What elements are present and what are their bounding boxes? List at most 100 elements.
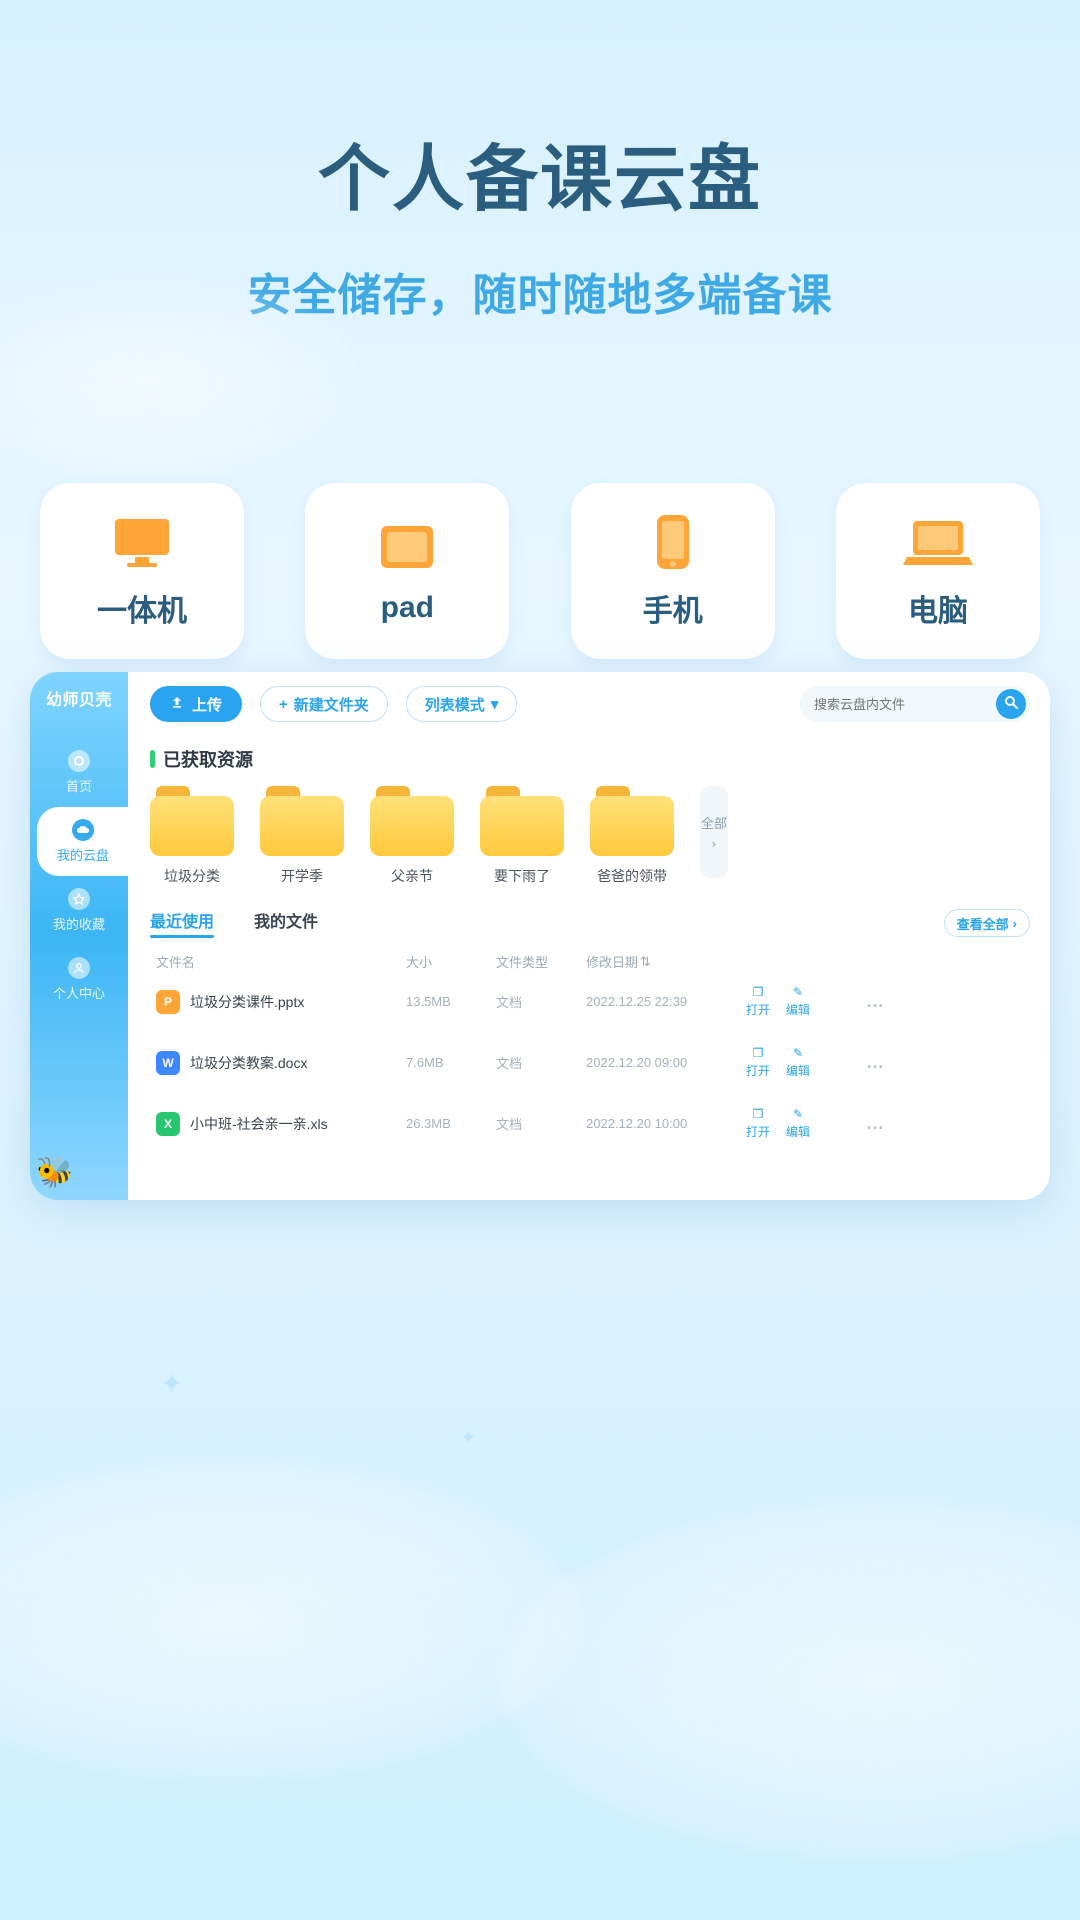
edit-icon: ✎ [793,1046,803,1060]
edit-icon: ✎ [793,985,803,999]
open-button[interactable]: ❒打开 [746,985,770,1018]
cube-icon: ❒ [753,985,764,999]
sort-icon: ⇅ [640,954,651,970]
brand-logo: 幼师贝壳 [46,686,112,710]
edit-button[interactable]: ✎编辑 [786,1107,810,1140]
cube-icon: ❒ [753,1046,764,1060]
table-row[interactable]: X小中班-社会亲一亲.xls26.3MB文档2022.12.20 10:00❒打… [150,1093,1030,1154]
laptop-icon [903,512,973,572]
file-name: P垃圾分类课件.pptx [156,990,406,1014]
folder-label: 爸爸的领带 [597,866,667,886]
device-cards: 一体机 pad 手机 电脑 [0,483,1080,659]
upload-icon [170,695,184,713]
search-input[interactable] [814,697,996,712]
file-date: 2022.12.25 22:39 [586,994,746,1009]
new-folder-button[interactable]: + 新建文件夹 [260,686,388,722]
folder-item[interactable]: 父亲节 [370,786,454,886]
edit-icon: ✎ [793,1107,803,1121]
file-name: W 垃圾分类教案.docx [156,1051,406,1075]
file-name-text: 垃圾分类教案.docx [190,1053,307,1073]
table-row[interactable]: W 垃圾分类教案.docx 7.6MB文档2022.12.20 09:00❒打开 ✎编… [150,1032,1030,1093]
file-size: 26.3MB [406,1116,496,1131]
file-size: 7.6MB [406,1055,496,1070]
file-ops: ❒打开 ✎编辑 [746,1107,866,1140]
file-name: X小中班-社会亲一亲.xls [156,1112,406,1136]
search-box[interactable] [800,686,1030,722]
col-date-label: 修改日期 [586,952,638,971]
sidebar-item-label: 我的云盘 [57,845,109,864]
sidebar-item-home[interactable]: 首页 [30,738,128,807]
sidebar-item-label: 我的收藏 [53,914,105,933]
hero-title: 个人备课云盘 [0,120,1080,225]
cloud-app-window: 幼师贝壳 首页 我的云盘 我的收藏 个人中心 🐝 [30,672,1050,1200]
col-size: 大小 [406,952,496,971]
sidebar-item-profile[interactable]: 个人中心 [30,945,128,1014]
folder-row: 垃圾分类 开学季 父亲节 要下雨了 爸爸的领带 全部 › [150,786,1030,886]
section-title-text: 已获取资源 [163,746,253,772]
folder-item[interactable]: 爸爸的领带 [590,786,674,886]
device-card-pad: pad [305,483,509,659]
caret-down-icon: ▾ [491,695,499,713]
file-ops: ❒打开 ✎编辑 [746,985,866,1018]
col-date[interactable]: 修改日期 ⇅ [586,952,746,971]
file-type: 文档 [496,992,586,1011]
col-type: 文件类型 [496,952,586,971]
plus-icon: + [279,696,288,713]
toolbar: 上传 + 新建文件夹 列表模式 ▾ [150,686,1030,722]
device-card-aio: 一体机 [40,483,244,659]
phone-icon [638,512,708,572]
file-type: 文档 [496,1053,586,1072]
tab-recent[interactable]: 最近使用 [150,908,214,938]
sidebar-item-fav[interactable]: 我的收藏 [30,876,128,945]
mascot-icon: 🐝 [36,1155,73,1190]
device-card-laptop: 电脑 [836,483,1040,659]
tab-my-files[interactable]: 我的文件 [254,908,318,938]
list-mode-label: 列表模式 [425,694,485,715]
monitor-icon [107,512,177,572]
search-button[interactable] [996,689,1026,719]
cloud-icon [72,819,94,841]
folder-icon [480,786,564,856]
open-button[interactable]: ❒打开 [746,1107,770,1140]
file-date: 2022.12.20 09:00 [586,1055,746,1070]
table-row[interactable]: P垃圾分类课件.pptx13.5MB文档2022.12.25 22:39❒打开 ✎… [150,971,1030,1032]
folder-label: 垃圾分类 [164,866,220,886]
folder-item[interactable]: 开学季 [260,786,344,886]
device-label: 手机 [643,586,703,630]
all-label: 全部 [701,813,727,832]
folder-label: 开学季 [281,866,323,886]
chevron-right-icon: › [712,836,716,851]
file-size: 13.5MB [406,994,496,1009]
folder-item[interactable]: 要下雨了 [480,786,564,886]
folder-item[interactable]: 垃圾分类 [150,786,234,886]
star-icon [68,888,90,910]
edit-button[interactable]: ✎编辑 [786,985,810,1018]
edit-button[interactable]: ✎编辑 [786,1046,810,1079]
file-type: 文档 [496,1114,586,1133]
device-label: 一体机 [97,586,187,630]
filetype-icon: W [156,1051,180,1075]
device-card-phone: 手机 [571,483,775,659]
folder-label: 父亲节 [391,866,433,886]
upload-label: 上传 [192,694,222,715]
view-all-button[interactable]: 查看全部 › [944,909,1030,937]
search-icon [1004,695,1018,714]
more-button[interactable]: … [866,991,896,1012]
folder-icon [590,786,674,856]
view-all-label: 查看全部 [957,914,1009,933]
sidebar: 幼师贝壳 首页 我的云盘 我的收藏 个人中心 🐝 [30,672,128,1200]
tablet-icon [372,517,442,577]
list-mode-button[interactable]: 列表模式 ▾ [406,686,518,722]
more-button[interactable]: … [866,1113,896,1134]
accent-bar [150,750,155,768]
sidebar-item-my-cloud[interactable]: 我的云盘 [37,807,129,876]
new-folder-label: 新建文件夹 [294,694,369,715]
folder-icon [150,786,234,856]
all-folders-button[interactable]: 全部 › [700,786,728,878]
upload-button[interactable]: 上传 [150,686,242,722]
more-button[interactable]: … [866,1052,896,1073]
file-ops: ❒打开 ✎编辑 [746,1046,866,1079]
file-date: 2022.12.20 10:00 [586,1116,746,1131]
open-button[interactable]: ❒打开 [746,1046,770,1079]
table-header: 文件名 大小 文件类型 修改日期 ⇅ [150,952,1030,971]
